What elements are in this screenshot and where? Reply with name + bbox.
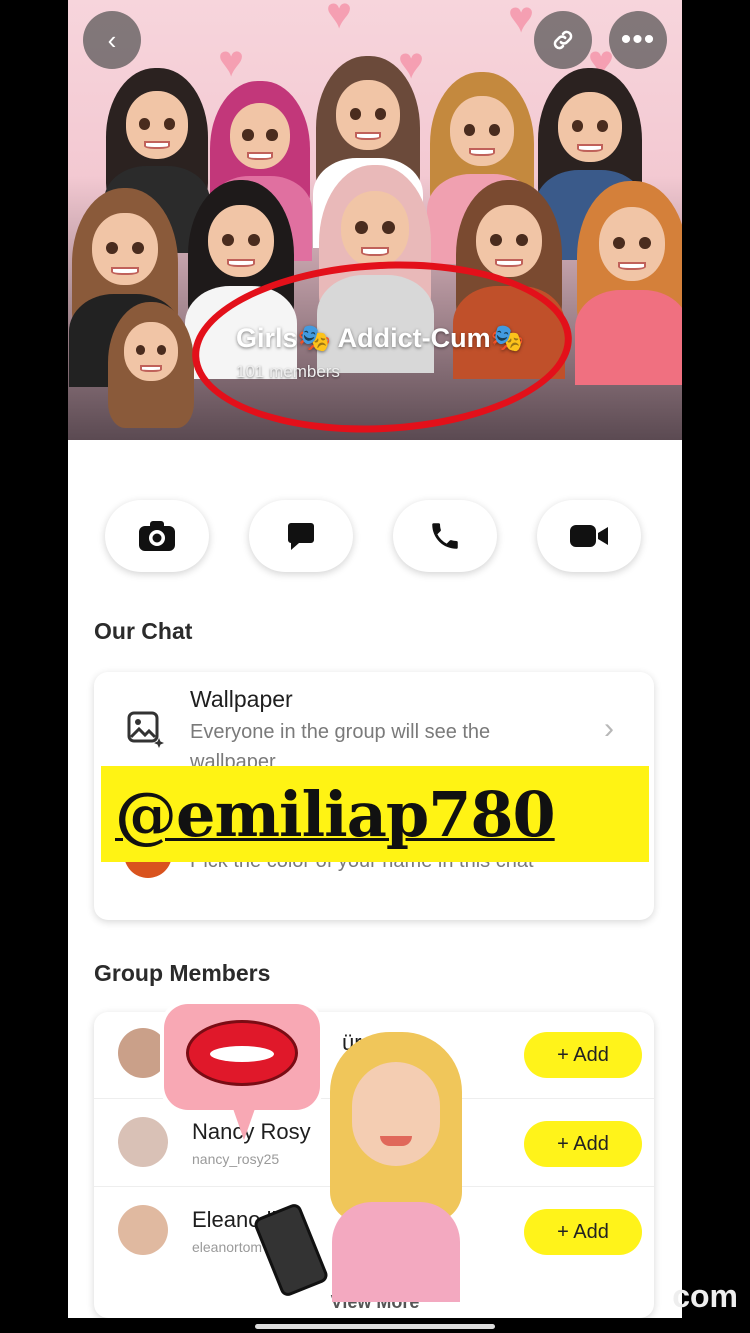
more-options-button[interactable]: ••• [609,11,667,69]
video-call-button[interactable] [537,500,641,572]
back-button[interactable]: ‹ [83,11,141,69]
promo-username-banner: @emiliap780 [101,766,649,862]
watermark-text: com [672,1278,738,1314]
link-icon [553,30,573,50]
add-member-button[interactable]: + Add [524,1209,642,1255]
camera-icon [139,521,175,551]
our-chat-heading: Our Chat [94,618,193,644]
bitmoji-avatar [107,301,195,428]
member-avatar [118,1117,168,1167]
sticker-jacket [332,1202,460,1302]
add-member-button[interactable]: + Add [524,1121,642,1167]
bitmoji-avatar [103,68,211,253]
group-members-heading: Group Members [94,960,271,986]
lips-gap [210,1046,274,1062]
bitmoji-avatar [427,72,537,264]
wallpaper-title: Wallpaper [190,686,293,712]
sticker-face [352,1062,440,1166]
bitmoji-avatar [69,187,181,388]
lips-sticker-tail [230,1100,258,1140]
member-avatar [118,1028,168,1078]
share-link-button[interactable] [534,11,592,69]
add-member-button[interactable]: + Add [524,1032,642,1078]
bitmoji-avatar [185,179,297,380]
heart-decoration-icon: ♥ [508,0,535,42]
chat-bubble-icon [288,523,314,550]
member-handle: nancy_rosy25 [192,1151,280,1167]
phone-icon [432,523,458,549]
home-indicator[interactable] [255,1324,495,1329]
promo-username-text: @emiliap780 [115,777,556,851]
group-hero-image: ♥ ♥ ♥ ♥ ♥ ‹ ••• Girls🎭 Addict-Cum🎭 101 m… [68,0,682,440]
bitmoji-avatar [535,68,645,260]
member-handle: eleanortom [192,1239,263,1255]
sticker-mouth [380,1136,412,1146]
member-avatar [118,1205,168,1255]
more-dots-icon: ••• [620,23,656,56]
chevron-right-icon: › [604,712,614,745]
bitmoji-avatar [208,80,312,262]
bitmoji-sticker [252,1032,466,1302]
heart-decoration-icon: ♥ [218,37,245,86]
chat-button[interactable] [249,500,353,572]
back-chevron-icon: ‹ [107,24,117,55]
call-button[interactable] [393,500,497,572]
wallpaper-icon [127,711,164,748]
heart-decoration-icon: ♥ [326,0,353,38]
group-profile-screen: ♥ ♥ ♥ ♥ ♥ ‹ ••• Girls🎭 Addict-Cum🎭 101 m… [68,0,682,1318]
video-camera-icon [570,525,608,547]
bitmoji-avatar [313,56,423,248]
bitmoji-avatar [574,181,682,385]
camera-button[interactable] [105,500,209,572]
